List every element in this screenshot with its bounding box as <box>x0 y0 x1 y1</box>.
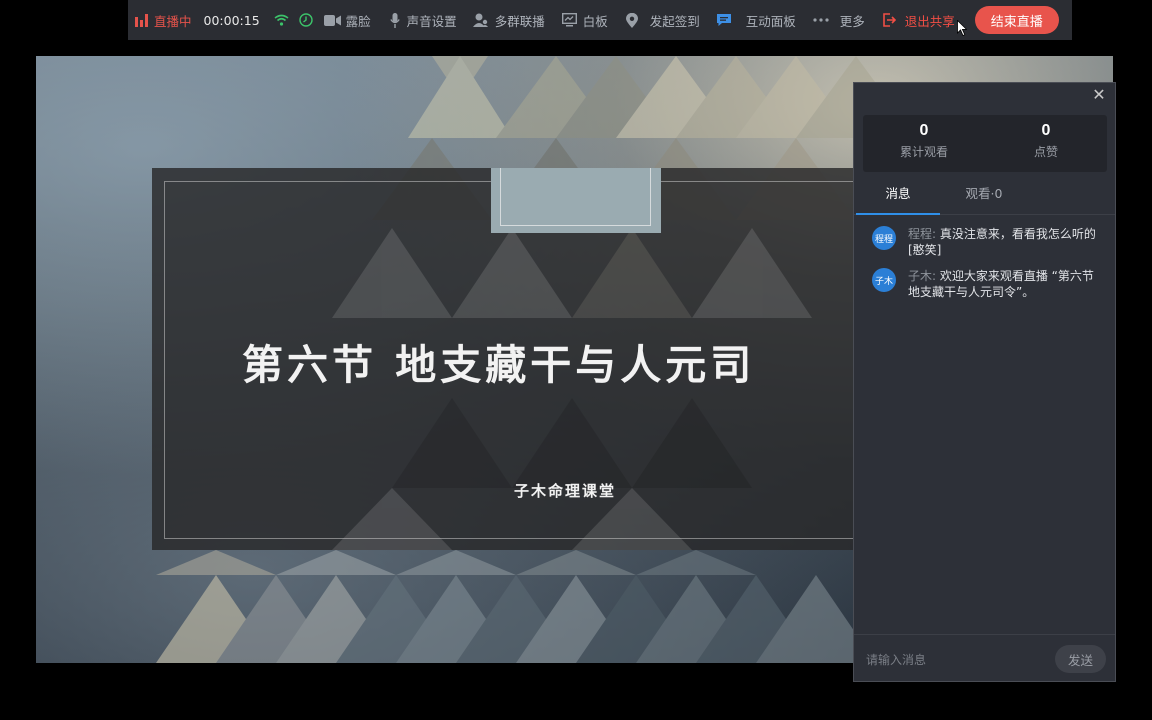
stats-card: 0 累计观看 0 点赞 <box>863 115 1107 172</box>
end-live-button[interactable]: 结束直播 <box>974 6 1059 34</box>
live-toolbar: 直播中 00:00:15 露脸 声音设置 多群联播 白板 发起签到 互动面板 更… <box>128 0 1072 40</box>
multi-group-button[interactable]: 多群联播 <box>473 0 545 40</box>
users-icon <box>473 12 491 28</box>
stat-total-views: 0 累计观看 <box>863 115 985 172</box>
tab-messages[interactable]: 消息 <box>856 177 940 215</box>
more-label: 更多 <box>839 13 865 29</box>
clock-icon <box>298 12 314 28</box>
avatar[interactable]: 程程 <box>872 226 896 250</box>
live-bars-icon <box>134 12 150 28</box>
location-pin-icon <box>624 12 640 28</box>
live-status: 直播中 <box>134 0 204 40</box>
interact-panel-label: 互动面板 <box>745 13 796 29</box>
send-button[interactable]: 发送 <box>1055 645 1106 673</box>
avatar[interactable]: 子木 <box>872 268 896 292</box>
stat-likes-label: 点赞 <box>1033 145 1058 159</box>
whiteboard-label: 白板 <box>582 13 608 29</box>
slide-subtitle: 子木命理课堂 <box>514 482 617 500</box>
audio-settings-label: 声音设置 <box>406 13 457 29</box>
beauty-label: 露脸 <box>345 13 371 29</box>
chat-panel: ✕ 0 累计观看 0 点赞 消息 观看·0 程程 程程: 真没注意来，看看我怎么… <box>853 82 1116 682</box>
live-timer: 00:00:15 <box>203 12 260 28</box>
slide-title: 第六节 地支藏干与人元司 <box>242 341 756 389</box>
checkin-button[interactable]: 发起签到 <box>624 0 700 40</box>
stat-likes-value: 0 <box>1041 122 1051 139</box>
multi-group-label: 多群联播 <box>494 13 545 29</box>
chat-message-sender: 程程: <box>908 227 937 241</box>
mouse-cursor-icon <box>957 20 967 36</box>
stat-total-views-label: 累计观看 <box>899 145 948 159</box>
more-dots-icon <box>812 12 830 28</box>
chat-message-input[interactable]: 请输入消息 <box>866 651 926 668</box>
chat-input-area: 请输入消息 发送 <box>854 634 1115 682</box>
chat-message-body: 真没注意来，看看我怎么听的[憨笑] <box>908 227 1096 257</box>
checkin-label: 发起签到 <box>649 13 700 29</box>
interact-panel-button[interactable]: 互动面板 <box>716 0 796 40</box>
chat-message-sender: 子木: <box>908 269 937 283</box>
exit-share-label: 退出共享 <box>904 13 955 29</box>
wifi-icon <box>274 12 290 28</box>
live-status-label: 直播中 <box>154 13 192 29</box>
mic-icon <box>387 12 403 28</box>
audio-settings-button[interactable]: 声音设置 <box>387 0 457 40</box>
chat-tabs: 消息 观看·0 <box>854 177 1115 215</box>
beauty-button[interactable]: 露脸 <box>324 0 371 40</box>
chat-message: 程程 程程: 真没注意来，看看我怎么听的[憨笑] <box>872 226 1106 258</box>
monitor-icon <box>561 12 579 28</box>
stat-total-views-value: 0 <box>919 122 929 139</box>
close-icon[interactable]: ✕ <box>1091 87 1107 103</box>
chat-message-text: 子木: 欢迎大家来观看直播 “第六节 地支藏干与人元司令”。 <box>908 268 1106 300</box>
chat-message: 子木 子木: 欢迎大家来观看直播 “第六节 地支藏干与人元司令”。 <box>872 268 1106 300</box>
camera-icon <box>324 12 342 28</box>
slide-top-tab-frame <box>500 168 651 226</box>
whiteboard-button[interactable]: 白板 <box>561 0 608 40</box>
exit-icon <box>881 12 897 28</box>
chat-message-body: 欢迎大家来观看直播 “第六节 地支藏干与人元司令”。 <box>908 269 1094 299</box>
more-button[interactable]: 更多 <box>812 0 865 40</box>
stat-likes: 0 点赞 <box>985 115 1107 172</box>
chat-bubble-icon <box>716 12 732 28</box>
tab-viewers[interactable]: 观看·0 <box>954 177 1014 215</box>
chat-message-text: 程程: 真没注意来，看看我怎么听的[憨笑] <box>908 226 1106 258</box>
